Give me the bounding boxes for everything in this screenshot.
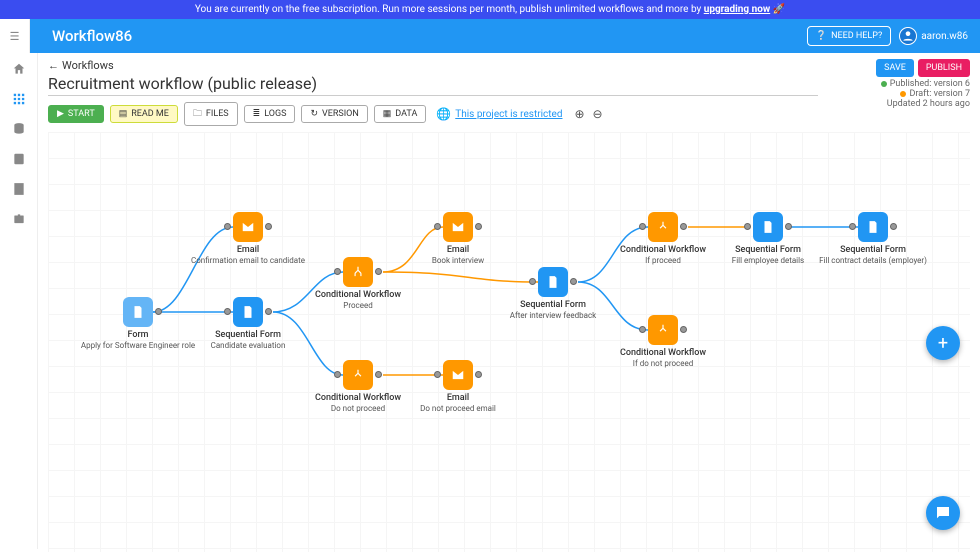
- user-name: aaron.w86: [921, 31, 968, 42]
- node-form[interactable]: Form Apply for Software Engineer role: [78, 297, 198, 350]
- import-icon[interactable]: [11, 181, 27, 197]
- email-icon: [233, 212, 263, 242]
- node-cond-ifnoproceed[interactable]: Conditional Workflow If do not proceed: [603, 315, 723, 368]
- version-button[interactable]: ↻VERSION: [301, 105, 367, 123]
- form-icon: [233, 297, 263, 327]
- draft-status: Draft: version 7: [876, 89, 970, 99]
- email-icon: [443, 212, 473, 242]
- home-icon[interactable]: [11, 61, 27, 77]
- branch-icon: [648, 212, 678, 242]
- doc-icon: ▤: [119, 109, 128, 119]
- database-icon[interactable]: [11, 121, 27, 137]
- brand-logo[interactable]: Workflow86: [52, 27, 132, 45]
- save-button[interactable]: SAVE: [876, 59, 914, 77]
- zoom-in-icon[interactable]: ⊕: [574, 107, 584, 121]
- toolbar: ▶START ▤READ ME 🗀FILES ≣LOGS ↻VERSION ▦D…: [48, 102, 970, 126]
- play-icon: ▶: [57, 109, 64, 119]
- chat-button[interactable]: [926, 496, 960, 530]
- logs-button[interactable]: ≣LOGS: [244, 105, 296, 123]
- banner-cta[interactable]: upgrading now: [704, 4, 770, 15]
- node-email-noproceed[interactable]: Email Do not proceed email: [398, 360, 518, 413]
- workflow-canvas[interactable]: Form Apply for Software Engineer role Em…: [48, 132, 970, 552]
- data-button[interactable]: ▦DATA: [374, 105, 427, 123]
- branch-icon: [343, 257, 373, 287]
- form-icon: [123, 297, 153, 327]
- node-seq-evaluation[interactable]: Sequential Form Candidate evaluation: [188, 297, 308, 350]
- files-button[interactable]: 🗀FILES: [184, 102, 238, 126]
- page-title: Recruitment workflow (public release): [48, 74, 818, 96]
- clock-icon: ↻: [310, 109, 318, 119]
- email-icon: [443, 360, 473, 390]
- published-status: Published: version 6: [876, 79, 970, 89]
- menu-toggle[interactable]: ☰: [0, 19, 30, 53]
- updated-status: Updated 2 hours ago: [876, 99, 970, 109]
- back-arrow-icon: ←: [48, 59, 59, 72]
- briefcase-icon[interactable]: [11, 211, 27, 227]
- node-email-book[interactable]: Email Book interview: [398, 212, 518, 265]
- need-help-label: NEED HELP?: [831, 31, 882, 41]
- readme-button[interactable]: ▤READ ME: [110, 105, 178, 123]
- upgrade-banner[interactable]: You are currently on the free subscripti…: [0, 0, 980, 19]
- add-node-button[interactable]: +: [926, 326, 960, 360]
- start-button[interactable]: ▶START: [48, 105, 104, 123]
- rocket-icon: 🚀: [773, 4, 785, 15]
- node-cond-ifproceed[interactable]: Conditional Workflow If proceed: [603, 212, 723, 265]
- form-icon: [538, 267, 568, 297]
- list-icon: ≣: [253, 109, 261, 119]
- user-menu[interactable]: aaron.w86: [899, 27, 968, 45]
- node-seq-contract[interactable]: Sequential Form Fill contract details (e…: [813, 212, 933, 265]
- back-link[interactable]: ← Workflows: [48, 59, 114, 72]
- node-email-confirmation[interactable]: Email Confirmation email to candidate: [188, 212, 308, 265]
- form-icon: [753, 212, 783, 242]
- publish-button[interactable]: PUBLISH: [918, 59, 970, 77]
- globe-icon: 🌐: [436, 107, 451, 121]
- avatar-icon: [899, 27, 917, 45]
- branch-icon: [648, 315, 678, 345]
- table-icon: ▦: [383, 109, 392, 119]
- branch-icon: [343, 360, 373, 390]
- node-seq-feedback[interactable]: Sequential Form After interview feedback: [493, 267, 613, 320]
- banner-text: You are currently on the free subscripti…: [195, 4, 704, 15]
- node-seq-employee[interactable]: Sequential Form Fill employee details: [708, 212, 828, 265]
- form-icon: [858, 212, 888, 242]
- left-sidebar: [0, 53, 38, 549]
- back-label: Workflows: [62, 59, 114, 72]
- need-help-button[interactable]: ❔ NEED HELP?: [807, 26, 891, 46]
- restricted-link[interactable]: This project is restricted: [455, 109, 562, 120]
- folder-icon: 🗀: [193, 106, 202, 122]
- contacts-icon[interactable]: [11, 151, 27, 167]
- zoom-out-icon[interactable]: ⊖: [593, 107, 603, 121]
- help-icon: ❔: [816, 31, 827, 41]
- grid-icon[interactable]: [11, 91, 27, 107]
